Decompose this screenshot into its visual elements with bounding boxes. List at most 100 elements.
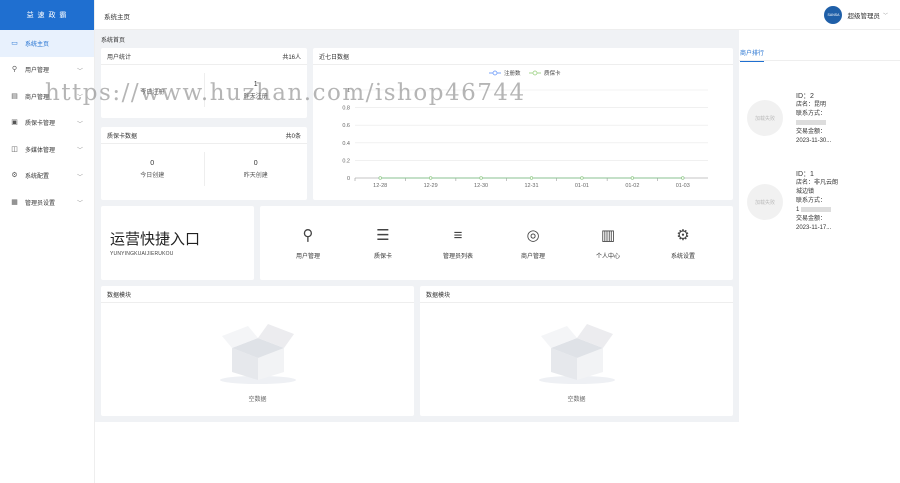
- data-point: [378, 176, 382, 180]
- quick-link[interactable]: ⚲ 用户管理: [278, 226, 338, 260]
- card-icon: ▣: [11, 119, 18, 127]
- x-tick-label: 01-02: [625, 183, 639, 189]
- media-icon: ◫: [11, 145, 18, 153]
- empty-label: 空数据: [248, 397, 267, 403]
- chevron-down-icon: ﹀: [76, 121, 83, 128]
- data-point: [630, 176, 634, 180]
- settings-icon: ⚙: [11, 172, 18, 180]
- merchant-ranking-panel: 商户排行 加载失败 ID：2 店名：昆明 联系方式： 交易金额： 2023-11…: [739, 30, 900, 422]
- merchant-phone: 1: [796, 207, 800, 213]
- empty-state: 空数据: [537, 316, 617, 403]
- header: 系统主页 SANSA 超级管理员 ﹀: [95, 0, 900, 30]
- user-icon: ⚲: [11, 66, 18, 74]
- sidebar-item-label: 系统配置: [25, 174, 50, 181]
- y-tick-label: 0.2: [342, 158, 350, 164]
- quick-links-card: ⚲ 用户管理 ☰ 质保卡 ≡ 管理员列表 ◎ 商户管理 ▥ 个人中心 ⚙ 系统设置: [260, 206, 733, 280]
- sidebar-item-label: 用户管理: [25, 68, 50, 75]
- redacted-phone: [801, 206, 832, 212]
- sidebar-item[interactable]: ◫ 多媒体管理 ﹀: [0, 136, 94, 163]
- sidebar-item-label: 管理员设置: [25, 200, 56, 207]
- stat-label: 今日创建: [140, 172, 165, 179]
- sidebar-item[interactable]: ▭ 系统主页: [0, 30, 94, 57]
- quick-entry-subtitle: YUNYINGKUAIJIERUKOU: [110, 251, 174, 257]
- merchant-image: 加载失败: [747, 100, 783, 136]
- merchant-date: 2023-11-30...: [796, 138, 832, 144]
- merchant-id: ID：1: [796, 171, 814, 178]
- quick-link[interactable]: ▥ 个人中心: [578, 226, 638, 260]
- line-chart: 0 0.2 0.4 0.6 0.8 1 12-28 12-29 12-30 12-31 01-01 0…: [342, 69, 708, 189]
- stat-yesterday: 1 昨天注册: [205, 65, 308, 115]
- y-tick-label: 1: [347, 88, 350, 94]
- stat-value: 0: [150, 159, 155, 167]
- merchant-store: 店名：非凡云朗: [796, 180, 839, 186]
- quick-link-label: 用户管理: [295, 254, 320, 260]
- user-menu[interactable]: SANSA 超级管理员 ﹀: [824, 6, 888, 24]
- merchant-amount-label: 交易金额：: [796, 216, 827, 222]
- divider: [739, 60, 900, 61]
- chart-card: 近七日数据 0 0.2 0.4 0.6 0.8 1 12-28 12-29 12-30 12-31…: [313, 48, 733, 200]
- sidebar-item[interactable]: ▤ 商户管理 ﹀: [0, 83, 94, 110]
- merchant-item[interactable]: 加载失败 ID：1 店名：非凡云朗 城边镇 联系方式： 1 交易金额： 2023…: [747, 170, 897, 240]
- quick-link-label: 管理员列表: [442, 254, 473, 260]
- merchant-store: 店名：昆明: [796, 102, 827, 108]
- data-point: [681, 176, 685, 180]
- y-tick-label: 0: [347, 176, 350, 182]
- stat-today: 今日注册: [101, 65, 204, 115]
- x-tick-label: 12-29: [424, 183, 438, 189]
- merchant-item[interactable]: 加载失败 ID：2 店名：昆明 联系方式： 交易金额： 2023-11-30..…: [747, 92, 897, 152]
- chevron-down-icon: ﹀: [76, 201, 83, 207]
- stat-today: 0 今日创建: [101, 144, 204, 194]
- data-point: [429, 176, 433, 180]
- legend-marker: [532, 70, 538, 76]
- user-stats-card: 用户统计 共16人 今日注册 1 昨天注册: [101, 48, 307, 118]
- empty-box-icon: [219, 324, 296, 384]
- card-title: 近七日数据: [319, 54, 350, 61]
- quick-entry-title: 运营快捷入口: [110, 231, 201, 248]
- data-point: [529, 176, 534, 180]
- admin-icon: ▦: [11, 198, 18, 206]
- sidebar-item[interactable]: ▦ 管理员设置 ﹀: [0, 189, 94, 216]
- sidebar-item-label: 多媒体管理: [25, 147, 56, 154]
- avatar[interactable]: SANSA: [824, 6, 843, 24]
- quick-link[interactable]: ☰ 质保卡: [353, 226, 413, 260]
- data-panel: 数据模块 空数据: [101, 286, 414, 416]
- sidebar-item-label: 系统主页: [25, 41, 50, 48]
- monitor-icon: ▭: [11, 39, 18, 47]
- gear-icon: ⚙: [676, 227, 690, 244]
- x-tick-label: 01-03: [676, 183, 690, 189]
- chevron-down-icon: ﹀: [76, 95, 83, 101]
- quick-link-label: 质保卡: [373, 254, 392, 260]
- sidebar: 益 速 政 霸 ▭ 系统主页 ⚲ 用户管理 ﹀ ▤ 商户管理 ﹀ ▣ 质保卡管理 ﹀ ◫ 多媒体管理 ﹀ ⚙…: [0, 0, 95, 483]
- quick-link-label: 系统设置: [670, 254, 695, 260]
- redacted-phone: [796, 119, 826, 125]
- warranty-stats-card: 质保卡数据 共0条 0 今日创建 0 昨天创建: [101, 127, 307, 200]
- sidebar-item[interactable]: ▣ 质保卡管理 ﹀: [0, 110, 94, 137]
- user-name[interactable]: 超级管理员: [847, 10, 880, 20]
- user-icon: ⚲: [302, 227, 314, 244]
- page-title: 系统首页: [101, 38, 126, 44]
- legend-label: 注册数: [504, 69, 521, 77]
- y-tick-label: 0.8: [342, 106, 350, 112]
- sidebar-item[interactable]: ⚙ 系统配置 ﹀: [0, 163, 94, 190]
- quick-link[interactable]: ⚙ 系统设置: [653, 226, 713, 260]
- data-point: [479, 176, 483, 180]
- stat-label: 昨天注册: [243, 93, 268, 100]
- data-point: [580, 176, 584, 180]
- quick-link-label: 个人中心: [595, 254, 620, 260]
- y-tick-label: 0.4: [342, 141, 350, 147]
- app-logo: 益 速 政 霸: [0, 0, 94, 30]
- merchant-amount-label: 交易金额：: [796, 129, 827, 135]
- chevron-down-icon: ﹀: [76, 174, 83, 181]
- card-total: 共16人: [282, 54, 301, 61]
- chevron-down-icon: ﹀: [76, 148, 83, 154]
- profile-card-icon: ▥: [600, 227, 616, 244]
- document-icon: ☰: [376, 227, 390, 244]
- breadcrumb[interactable]: 系统主页: [104, 11, 130, 21]
- quick-link[interactable]: ≡ 管理员列表: [428, 226, 488, 260]
- sidebar-item[interactable]: ⚲ 用户管理 ﹀: [0, 57, 94, 84]
- quick-link[interactable]: ◎ 商户管理: [503, 226, 563, 260]
- stat-yesterday: 0 昨天创建: [205, 144, 308, 194]
- y-tick-label: 0.6: [342, 123, 350, 129]
- chevron-down-icon[interactable]: ﹀: [883, 12, 888, 19]
- data-panel: 数据模块 空数据: [420, 286, 733, 416]
